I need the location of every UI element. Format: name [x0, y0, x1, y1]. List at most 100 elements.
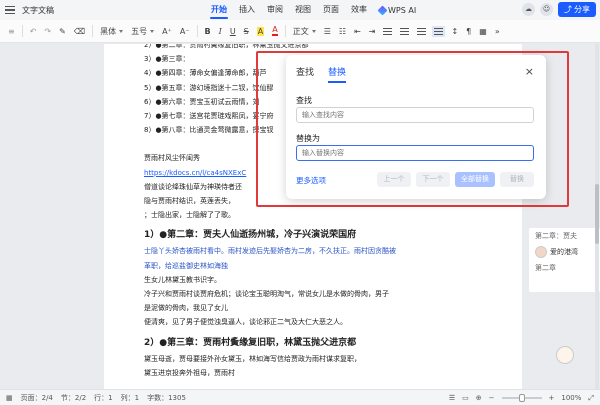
increase-indent-icon[interactable]: ⇥ [365, 20, 380, 43]
web-mode-icon[interactable]: ⊕ [476, 394, 482, 402]
chapter-heading[interactable]: 2）●第三章：贾雨村夤缘复旧职，林黛玉抛父进京都 [144, 334, 504, 352]
shrink-font-icon[interactable]: A⁻ [176, 20, 194, 43]
previous-button[interactable]: 上一个 [377, 172, 411, 187]
more-icon[interactable]: ≡ [4, 20, 19, 43]
bullet-list-icon[interactable]: ☰ [320, 20, 335, 43]
decrease-indent-icon[interactable]: ⇤ [350, 20, 365, 43]
grid-icon[interactable]: ▦ [6, 394, 13, 402]
align-left-icon[interactable] [379, 20, 396, 43]
chapter-heading[interactable]: 1）●第二章：贾夫人仙逝扬州城，冷子兴演说荣国府 [144, 226, 504, 244]
replace-button[interactable]: 替换 [500, 172, 534, 187]
strikethrough-button[interactable]: S [240, 20, 253, 43]
menu-page[interactable]: 页面 [317, 0, 345, 20]
doc-paragraph[interactable]: ；士隐出家，士隐解了了歌。 [144, 208, 504, 222]
zoom-in-icon[interactable]: + [549, 394, 555, 402]
underline-button[interactable]: U [226, 20, 240, 43]
find-replace-dialog: 查找 替换 × 查找 替换为 更多选项 上一个 下一个 全部替换 替换 [286, 55, 546, 199]
divider [92, 25, 94, 37]
menu-view[interactable]: 视图 [289, 0, 317, 20]
doc-paragraph[interactable]: 冷子兴和贾雨村谈贾府危机；谈论宝玉聪明淘气，常说女儿是水做的骨肉，男子 [144, 287, 504, 301]
format-painter-icon[interactable]: ✎ [55, 20, 70, 43]
tab-replace[interactable]: 替换 [328, 65, 347, 83]
font-color-button[interactable]: A [268, 20, 281, 43]
align-center-icon[interactable] [396, 20, 413, 43]
share-icon: ⤴ [564, 5, 572, 14]
redo-icon[interactable]: ↷ [40, 20, 55, 43]
replace-all-button[interactable]: 全部替换 [455, 172, 495, 187]
find-input[interactable] [296, 107, 534, 123]
read-mode-icon[interactable]: ▭ [462, 394, 469, 402]
avatar [535, 246, 547, 258]
doc-paragraph[interactable]: 士隐丫头娇杏被雨村看中。雨村发迹后先娶娇杏为二房，不久扶正。雨村因贪酷被 [144, 244, 504, 258]
zoom-out-icon[interactable]: − [489, 394, 495, 402]
highlight-icon: A [256, 26, 265, 36]
divider [196, 25, 198, 37]
status-word-count[interactable]: 字数：1305 [147, 393, 186, 403]
table-icon[interactable]: ▦ [475, 20, 491, 43]
replace-label: 替换为 [296, 134, 320, 143]
divider [284, 25, 286, 37]
hamburger-menu-icon[interactable] [5, 6, 15, 14]
share-label: 分享 [574, 5, 590, 14]
undo-icon[interactable]: ↶ [26, 20, 41, 43]
scrollbar-thumb[interactable] [595, 184, 599, 244]
chevron-down-icon [150, 29, 155, 33]
comment-user-name: 爱的港湾 [550, 248, 578, 256]
share-button[interactable]: ⤴ 分享 [558, 2, 596, 17]
assistant-avatar-icon[interactable] [556, 346, 574, 364]
zoom-slider-knob[interactable] [518, 394, 525, 402]
font-family-select[interactable]: 黑体 [96, 20, 127, 43]
zoom-level[interactable]: 100% [561, 394, 581, 402]
overflow-icon[interactable]: » [491, 20, 504, 43]
view-mode-icon[interactable]: ☰ [449, 394, 455, 402]
wps-ai-icon [377, 5, 388, 15]
doc-paragraph[interactable]: 革职，给巡盐御史林如海独 [144, 259, 504, 273]
fit-page-icon[interactable]: ⤢ [588, 394, 594, 403]
next-button[interactable]: 下一个 [416, 172, 450, 187]
replace-input[interactable] [296, 145, 534, 161]
bold-button[interactable]: B [201, 20, 215, 43]
menu-efficiency[interactable]: 效率 [345, 0, 373, 20]
chevron-down-icon [311, 29, 316, 33]
line-spacing-icon[interactable]: ↕ [447, 20, 462, 43]
title-bar: 文字文稿 开始 插入 审阅 视图 页面 效率 WPS AI ☁ ☺ ⤴ 分享 [0, 0, 600, 20]
doc-paragraph[interactable]: 便清爽，见了男子便觉浊臭逼人，谈论邪正二气及大仁大恶之人。 [144, 315, 504, 329]
doc-paragraph[interactable]: 是泥做的骨肉，我见了女儿 [144, 301, 504, 315]
menu-review[interactable]: 审阅 [261, 0, 289, 20]
font-family-value: 黑体 [100, 26, 117, 36]
italic-button[interactable]: I [215, 20, 226, 43]
doc-paragraph[interactable]: 生女儿林黛玉教书识字。 [144, 273, 504, 287]
grow-font-icon[interactable]: A⁺ [158, 20, 176, 43]
close-icon[interactable]: × [525, 65, 534, 78]
comment-user[interactable]: 爱的港湾 [529, 244, 600, 260]
style-value: 正文 [292, 26, 309, 36]
align-right-icon[interactable] [413, 20, 430, 43]
outline-chapter[interactable]: 第二章 [529, 260, 600, 276]
menu-insert[interactable]: 插入 [233, 0, 261, 20]
clear-format-icon[interactable]: ⌫ [70, 20, 89, 43]
more-options-link[interactable]: 更多选项 [296, 175, 326, 186]
doc-paragraph[interactable]: 黛玉进京投奔外祖母，贾雨村 [144, 366, 504, 380]
wps-ai-button[interactable]: WPS AI [373, 5, 422, 15]
user-avatar[interactable]: ☺ [540, 3, 553, 16]
number-list-icon[interactable]: ☷ [335, 20, 350, 43]
zoom-slider[interactable] [501, 394, 542, 402]
dialog-buttons: 上一个 下一个 全部替换 替换 [377, 172, 534, 187]
find-label: 查找 [296, 96, 312, 105]
status-right: ☰ ▭ ⊕ − + 100% ⤢ [449, 390, 594, 405]
align-justify-icon[interactable] [430, 20, 447, 43]
vertical-scrollbar[interactable] [595, 44, 599, 389]
doc-paragraph[interactable]: 黛玉母逝，贾母要接外孙女黛玉，林如海写信给贾政为雨村谋求复职， [144, 352, 504, 366]
status-page[interactable]: 页面：2/4 [21, 393, 53, 403]
status-row: 行：1 [94, 393, 113, 402]
outline-top-line[interactable]: 第二章：贾夫 [529, 228, 600, 244]
font-size-select[interactable]: 五号 [127, 20, 158, 43]
status-section: 节：2/2 [60, 393, 87, 402]
paragraph-icon[interactable]: ¶ [462, 20, 475, 43]
outline-panel: 第二章：贾夫 爱的港湾 第二章 [529, 228, 600, 292]
style-select[interactable]: 正文 [289, 20, 320, 43]
menu-start[interactable]: 开始 [205, 0, 233, 20]
highlight-button[interactable]: A [253, 20, 268, 43]
tab-find[interactable]: 查找 [296, 65, 314, 83]
cloud-sync-icon[interactable]: ☁ [522, 3, 535, 16]
